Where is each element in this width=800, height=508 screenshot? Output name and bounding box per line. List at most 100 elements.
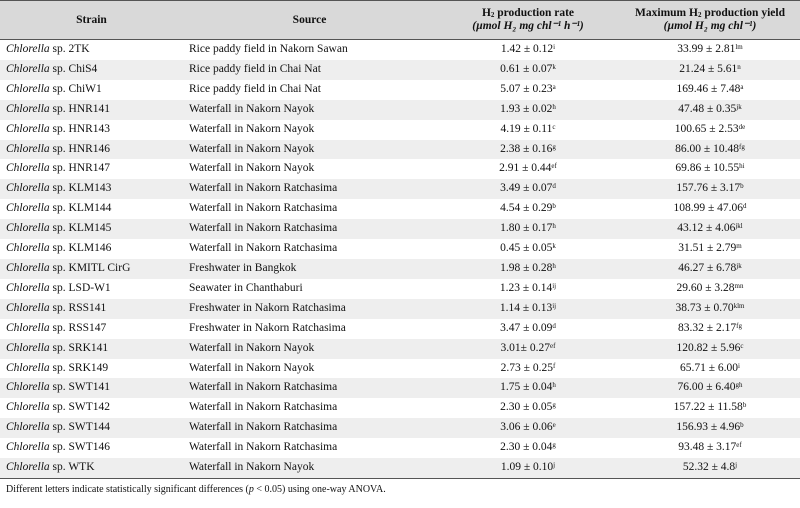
cell-yield: 31.51 ± 2.79m <box>678 242 742 255</box>
cell-yield: 33.99 ± 2.81lm <box>677 43 743 55</box>
cell-strain: Chlorella sp. HNR146 <box>0 139 183 160</box>
table-row: Chlorella sp. KLM144 Waterfall in Nakorn … <box>0 199 800 219</box>
table-row: Chlorella sp. SWT142 Waterfall in Nakorn … <box>0 398 800 418</box>
cell-strain: Chlorella sp. RSS141 <box>0 298 183 319</box>
cell-yield: 65.71 ± 6.00i <box>679 361 740 374</box>
cell-rate: 1.14 ± 0.13ij <box>436 298 620 319</box>
cell-rate: 4.54 ± 0.29b <box>500 202 556 215</box>
table-row: Chlorella sp. RSS147 Freshwater in Nakorn… <box>0 319 800 339</box>
cell-rate: 2.30 ± 0.05g <box>500 401 556 414</box>
cell-yield: 100.65 ± 2.53de <box>674 122 746 135</box>
cell-source: Freshwater in Nakorn Ratchasima <box>189 321 346 334</box>
cell-yield: 169.46 ± 7.48a <box>676 82 744 95</box>
cell-rate: 3.06 ± 0.06e <box>436 418 620 439</box>
cell-yield: 69.86 ± 10.55hi <box>675 162 745 175</box>
cell-yield: 157.76 ± 3.17b <box>620 179 800 200</box>
cell-yield: 157.22 ± 11.58b <box>673 401 747 414</box>
cell-source: Waterfall in Nakorn Ratchasima <box>183 378 436 399</box>
header-yield-title: Maximum H2 production yield <box>635 7 785 19</box>
table-row: Chlorella sp. HNR143 Waterfall in Nakorn … <box>0 120 800 140</box>
cell-yield: 38.73 ± 0.70klm <box>620 298 800 319</box>
cell-strain: Chlorella sp. SRK149 <box>6 361 109 374</box>
cell-yield: 46.27 ± 6.78jk <box>620 258 800 279</box>
cell-source: Waterfall in Nakorn Ratchasima <box>189 242 338 255</box>
cell-source: Waterfall in Nakorn Ratchasima <box>183 179 436 200</box>
cell-yield: 52.32 ± 4.8j <box>620 458 800 479</box>
cell-rate: 5.07 ± 0.23a <box>500 82 556 95</box>
cell-strain: Chlorella sp. HNR141 <box>0 99 183 120</box>
cell-source: Rice paddy field in Chai Nat <box>183 59 436 80</box>
table-row: Chlorella sp. SWT141 Waterfall in Nakorn … <box>0 378 800 399</box>
cell-strain: Chlorella sp. HNR147 <box>6 162 111 175</box>
cell-rate: 1.75 ± 0.04h <box>436 378 620 399</box>
cell-strain: Chlorella sp. KLM144 <box>6 202 112 215</box>
cell-rate: 1.80 ± 0.17h <box>436 219 620 240</box>
cell-source: Rice paddy field in Nakorn Sawan <box>189 43 348 55</box>
cell-source: Waterfall in Nakorn Nayok <box>183 139 436 160</box>
cell-strain: Chlorella sp. ChiW1 <box>6 82 102 95</box>
data-table: Strain Source H2 production rate (µmol H… <box>0 0 800 479</box>
header-source: Source <box>183 0 436 40</box>
cell-source: Seawater in Chanthaburi <box>189 281 303 294</box>
cell-yield: 156.93 ± 4.96b <box>620 418 800 439</box>
cell-yield: 108.99 ± 47.06d <box>673 202 747 215</box>
cell-strain: Chlorella sp. SWT146 <box>6 441 111 454</box>
table-row: Chlorella sp. SRK149 Waterfall in Nakorn … <box>0 359 800 379</box>
header-yield: Maximum H2 production yield (µmol H₂ mg … <box>620 0 800 40</box>
cell-strain: Chlorella sp. KMITL CirG <box>0 258 183 279</box>
table-row: Chlorella sp. ChiW1 Rice paddy field in C… <box>0 80 800 100</box>
table-header: Strain Source H2 production rate (µmol H… <box>0 0 800 40</box>
table-figure: Strain Source H2 production rate (µmol H… <box>0 0 800 508</box>
cell-strain: Chlorella sp. WTK <box>0 458 183 479</box>
cell-strain: Chlorella sp. SRK141 <box>0 338 183 359</box>
table-row: Chlorella sp. SRK141 Waterfall in Nakorn … <box>0 338 800 359</box>
cell-rate: 2.30 ± 0.04g <box>500 441 556 454</box>
table-row: Chlorella sp. RSS141 Freshwater in Nakorn… <box>0 298 800 319</box>
cell-source: Freshwater in Nakorn Ratchasima <box>183 298 436 319</box>
cell-yield: 43.12 ± 4.06jkl <box>620 219 800 240</box>
header-rate-title: H2 production rate <box>481 7 575 19</box>
table-row: Chlorella sp. KLM145 Waterfall in Nakorn … <box>0 219 800 240</box>
cell-yield: 29.60 ± 3.28mn <box>676 281 744 294</box>
cell-strain: Chlorella sp. LSD-W1 <box>6 281 111 294</box>
cell-yield: 93.48 ± 3.17ef <box>678 441 742 454</box>
header-rate-unit: (µmol H₂ mg chl⁻¹ h⁻¹) <box>472 20 584 32</box>
cell-rate: 3.49 ± 0.07d <box>436 179 620 200</box>
table-row: Chlorella sp. SWT144 Waterfall in Nakorn … <box>0 418 800 439</box>
cell-strain: Chlorella sp. 2TK <box>6 43 90 55</box>
table-row: Chlorella sp. WTK Waterfall in Nakorn Nay… <box>0 458 800 479</box>
table-row: Chlorella sp. SWT146 Waterfall in Nakorn … <box>0 438 800 458</box>
table-row: Chlorella sp. HNR147 Waterfall in Nakorn … <box>0 159 800 179</box>
cell-source: Freshwater in Bangkok <box>183 258 436 279</box>
cell-rate: 1.98 ± 0.28h <box>436 258 620 279</box>
table-row: Chlorella sp. KLM146 Waterfall in Nakorn … <box>0 239 800 259</box>
cell-source: Rice paddy field in Chai Nat <box>189 82 321 95</box>
cell-source: Waterfall in Nakorn Nayok <box>189 162 315 175</box>
cell-yield: 83.32 ± 2.17fg <box>678 321 742 334</box>
cell-source: Waterfall in Nakorn Nayok <box>183 99 436 120</box>
cell-strain: Chlorella sp. SWT142 <box>6 401 111 414</box>
cell-rate: 2.73 ± 0.25f <box>500 361 556 374</box>
table-row: Chlorella sp. LSD-W1 Seawater in Chanthab… <box>0 279 800 299</box>
cell-strain: Chlorella sp. ChiS4 <box>0 59 183 80</box>
cell-source: Waterfall in Nakorn Nayok <box>189 361 315 374</box>
cell-strain: Chlorella sp. SWT141 <box>0 378 183 399</box>
cell-source: Waterfall in Nakorn Ratchasima <box>189 441 338 454</box>
cell-source: Waterfall in Nakorn Ratchasima <box>183 219 436 240</box>
cell-strain: Chlorella sp. KLM146 <box>6 242 112 255</box>
cell-yield: 120.82 ± 5.96c <box>620 338 800 359</box>
cell-rate: 0.61 ± 0.07k <box>436 59 620 80</box>
table-row: Chlorella sp. 2TK Rice paddy field in Nak… <box>0 40 800 60</box>
table-row: Chlorella sp. KLM143 Waterfall in Nakorn … <box>0 179 800 200</box>
cell-rate: 4.19 ± 0.11c <box>500 122 556 135</box>
cell-rate: 2.38 ± 0.16g <box>436 139 620 160</box>
cell-strain: Chlorella sp. RSS147 <box>6 321 107 334</box>
header-yield-unit: (µmol H₂ mg chl⁻¹) <box>663 20 757 32</box>
cell-strain: Chlorella sp. KLM145 <box>0 219 183 240</box>
header-rate: H2 production rate (µmol H₂ mg chl⁻¹ h⁻¹… <box>436 0 620 40</box>
cell-rate: 1.93 ± 0.02h <box>436 99 620 120</box>
cell-rate: 1.09 ± 0.10j <box>436 458 620 479</box>
cell-strain: Chlorella sp. SWT144 <box>0 418 183 439</box>
table-row: Chlorella sp. ChiS4 Rice paddy field in C… <box>0 59 800 80</box>
cell-source: Waterfall in Nakorn Ratchasima <box>189 202 338 215</box>
